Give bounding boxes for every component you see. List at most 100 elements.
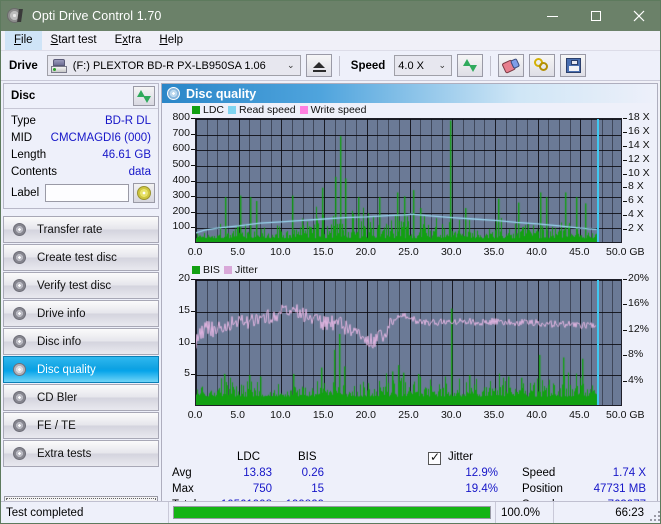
y-axis-tickmark-right [623, 118, 627, 119]
y-axis-tick-right: 18 X [628, 111, 650, 123]
sidebar-item-fe-te[interactable]: FE / TE [3, 412, 159, 439]
y-axis-tickmark-left [191, 211, 195, 213]
legend-label: BIS [203, 264, 220, 276]
legend-item-bis: BIS [192, 264, 220, 276]
sidebar-item-label: Disc quality [37, 363, 96, 376]
x-axis-tick: 40.0 [526, 246, 547, 258]
position-value: 47731 MB [593, 483, 646, 495]
link-button[interactable] [529, 54, 556, 77]
disc-icon [12, 250, 29, 265]
disc-icon [12, 278, 29, 293]
chevron-down-icon: ⌄ [438, 60, 447, 70]
chart-cursor-line [597, 280, 599, 405]
x-axis-tick: 45.0 [569, 246, 590, 258]
y-axis-tick-right: 12% [628, 322, 650, 335]
y-axis-tickmark-left [191, 374, 195, 376]
legend-item-jitter: Jitter [223, 264, 258, 276]
progress-cell [169, 501, 496, 523]
menu-file[interactable]: File [5, 31, 42, 50]
y-axis-tick-right: 8% [628, 348, 644, 361]
disc-panel: Disc Type BD-R DL MID CMCMAGDI6 (000) Le… [3, 83, 159, 209]
speed-select[interactable]: 4.0 X ⌄ [394, 55, 453, 76]
refresh-button[interactable] [457, 54, 484, 77]
toolbar-separator-2 [490, 55, 492, 76]
y-axis-tick-right: 4 X [628, 208, 644, 221]
disc-panel-title: Disc [11, 90, 36, 102]
x-axis-tick: 20.0 [355, 246, 377, 258]
x-axis-tick: 5.0 [230, 246, 245, 258]
legend-label: Jitter [234, 264, 258, 276]
disc-icon [12, 446, 29, 461]
disc-row-length-key: Length [11, 148, 47, 161]
drive-select[interactable]: (F:) PLEXTOR BD-R PX-LB950SA 1.06 ⌄ [46, 55, 301, 76]
y-axis-tick-left: 5 [184, 367, 190, 380]
bis-plot-area [195, 279, 622, 406]
bis-jitter-chart: BIS Jitter 20 15 10 5 20% 16% 12% 8% 4% 0.0 5.0 10.0… [162, 263, 657, 426]
y-axis-tickmark-right [623, 159, 627, 161]
close-button[interactable] [617, 1, 660, 31]
disc-label-write-button[interactable] [133, 183, 155, 203]
y-axis-tick-right: 6 X [628, 194, 644, 207]
window-controls [531, 1, 660, 31]
legend-item-ldc: LDC [192, 104, 224, 116]
drive-icon [50, 58, 67, 73]
progress-bar [173, 506, 491, 519]
toolbar: Drive (F:) PLEXTOR BD-R PX-LB950SA 1.06 … [1, 51, 660, 81]
disc-icon [12, 222, 29, 237]
y-axis-tickmark-left [191, 118, 195, 119]
sidebar-item-transfer-rate[interactable]: Transfer rate [3, 216, 159, 243]
menu-extra[interactable]: Extra [106, 31, 151, 50]
x-axis-tick: 50.0 GB [606, 246, 645, 258]
save-button[interactable] [560, 54, 587, 77]
menu-start-test[interactable]: Start test [42, 31, 106, 50]
jitter-checkbox[interactable] [428, 450, 441, 465]
disc-icon [12, 334, 29, 349]
y-axis-tickmark-left [191, 227, 195, 229]
minimize-button[interactable] [531, 1, 574, 31]
y-axis-tick-left: 10 [178, 335, 190, 348]
legend-swatch [192, 266, 200, 274]
jitter-max-value: 19.4% [465, 483, 498, 495]
x-axis-tick: 25.0 [398, 246, 419, 258]
eject-button[interactable] [305, 54, 332, 77]
sidebar-item-cd-bler[interactable]: CD Bler [3, 384, 159, 411]
erase-button[interactable] [498, 54, 525, 77]
status-message: Test completed [1, 501, 169, 523]
jitter-label: Jitter [448, 451, 473, 463]
sidebar: Disc Type BD-R DL MID CMCMAGDI6 (000) Le… [1, 81, 161, 521]
sidebar-item-disc-info[interactable]: Disc info [3, 328, 159, 355]
speed-label: Speed [350, 59, 386, 72]
toolbar-separator [338, 55, 340, 76]
x-axis-tick: 10.0 [270, 409, 291, 421]
menu-bar: File Start test Extra Help [1, 31, 660, 51]
sidebar-item-verify-test-disc[interactable]: Verify test disc [3, 272, 159, 299]
y-axis-tick-right: 16% [628, 297, 650, 310]
legend-item-write-speed: Write speed [299, 104, 367, 116]
sidebar-item-extra-tests[interactable]: Extra tests [3, 440, 159, 467]
disc-icon [12, 418, 29, 433]
content-header-title: Disc quality [186, 86, 257, 101]
content-panel: Disc quality LDC Read speed Write speed 80… [161, 83, 658, 521]
results-row-max-ldc: 750 [252, 483, 272, 495]
y-axis-tick-left: 700 [172, 126, 190, 139]
sidebar-item-create-test-disc[interactable]: Create test disc [3, 244, 159, 271]
elapsed-time: 66:23 [615, 506, 644, 519]
disc-label-input[interactable] [45, 184, 130, 202]
maximize-button[interactable] [574, 1, 617, 31]
sidebar-item-disc-quality[interactable]: Disc quality [3, 356, 159, 383]
chain-icon [533, 58, 551, 73]
jitter-avg-value: 12.9% [465, 467, 498, 479]
y-axis-tick-left: 200 [172, 204, 190, 217]
menu-help[interactable]: Help [150, 31, 192, 50]
y-axis-tickmark-right [623, 187, 627, 189]
x-axis-tick: 50.0 GB [606, 409, 645, 421]
disc-refresh-button[interactable] [133, 86, 155, 106]
y-axis-tickmark-right [623, 380, 627, 382]
charts-area: LDC Read speed Write speed 800 700 600 500 400… [162, 103, 657, 426]
disc-row-length: Length 46.61 GB [4, 146, 158, 163]
sidebar-item-label: Create test disc [37, 251, 117, 264]
resize-grip-icon[interactable] [648, 509, 660, 521]
y-axis-tick-left: 100 [172, 220, 190, 233]
sidebar-item-label: Drive info [37, 307, 86, 320]
sidebar-item-drive-info[interactable]: Drive info [3, 300, 159, 327]
